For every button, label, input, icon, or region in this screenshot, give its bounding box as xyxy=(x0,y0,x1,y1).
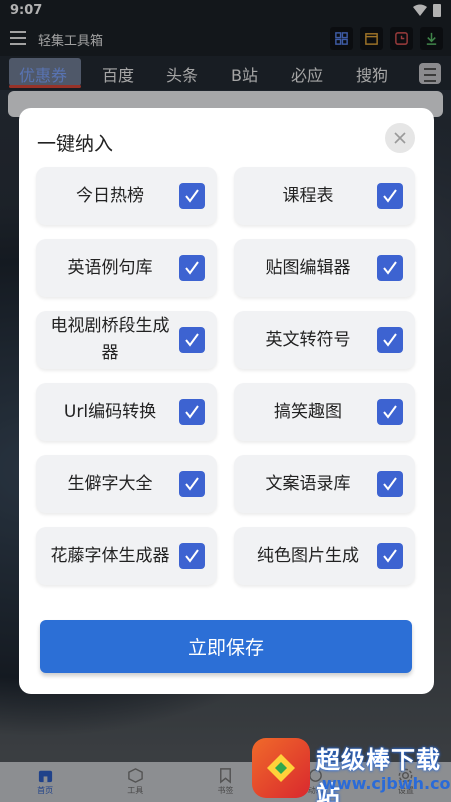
tool-card[interactable]: Url编码转换 xyxy=(36,383,217,441)
dialog-title: 一键纳入 xyxy=(37,133,114,155)
tool-checkbox[interactable] xyxy=(179,471,205,497)
close-button[interactable] xyxy=(385,123,415,153)
save-button[interactable]: 立即保存 xyxy=(40,620,412,673)
tool-card[interactable]: 英文转符号 xyxy=(234,311,415,369)
tool-checkbox[interactable] xyxy=(179,399,205,425)
tool-card-label: 英语例句库 xyxy=(67,257,153,278)
checkmark-icon xyxy=(383,189,397,203)
tool-card[interactable]: 搞笑趣图 xyxy=(234,383,415,441)
watermark-url: www.cjbwh.com xyxy=(322,774,451,793)
tool-card-label: 花藤字体生成器 xyxy=(50,545,170,566)
tool-card[interactable]: 生僻字大全 xyxy=(36,455,217,513)
tool-card-label: 电视剧桥段生成器 xyxy=(50,316,170,363)
tool-card-label: 英文转符号 xyxy=(265,329,351,350)
tool-card[interactable]: 今日热榜 xyxy=(36,167,217,225)
tool-card[interactable]: 花藤字体生成器 xyxy=(36,527,217,585)
checkmark-icon xyxy=(185,549,199,563)
tool-card-label: 课程表 xyxy=(282,185,334,206)
tool-grid: 今日热榜 课程表 英语例句库 贴图编辑器 电视剧桥段生成器 英文转符号 Url编… xyxy=(36,167,418,587)
tool-card[interactable]: 纯色图片生成 xyxy=(234,527,415,585)
tool-checkbox[interactable] xyxy=(377,399,403,425)
site-watermark: 超级棒下载站 www.cjbwh.com xyxy=(252,738,451,802)
quick-add-dialog: 一键纳入 今日热榜 课程表 英语例句库 贴图编辑器 电视剧桥段生成器 英文转符号 xyxy=(19,108,434,694)
tool-checkbox[interactable] xyxy=(377,543,403,569)
checkmark-icon xyxy=(185,477,199,491)
tool-card-label: 搞笑趣图 xyxy=(274,401,342,422)
checkmark-icon xyxy=(383,477,397,491)
tool-card[interactable]: 课程表 xyxy=(234,167,415,225)
tool-checkbox[interactable] xyxy=(377,327,403,353)
tool-card-label: 生僻字大全 xyxy=(67,473,153,494)
close-icon xyxy=(394,132,406,144)
tool-checkbox[interactable] xyxy=(179,543,205,569)
watermark-logo-icon xyxy=(252,738,310,798)
tool-checkbox[interactable] xyxy=(377,183,403,209)
checkmark-icon xyxy=(185,261,199,275)
tool-card[interactable]: 英语例句库 xyxy=(36,239,217,297)
tool-checkbox[interactable] xyxy=(179,327,205,353)
tool-card[interactable]: 文案语录库 xyxy=(234,455,415,513)
checkmark-icon xyxy=(383,333,397,347)
tool-card-label: 纯色图片生成 xyxy=(257,545,359,566)
checkmark-icon xyxy=(185,333,199,347)
checkmark-icon xyxy=(185,189,199,203)
checkmark-icon xyxy=(383,549,397,563)
checkmark-icon xyxy=(383,405,397,419)
tool-card[interactable]: 电视剧桥段生成器 xyxy=(36,311,217,369)
tool-card-label: Url编码转换 xyxy=(63,401,157,422)
checkmark-icon xyxy=(383,261,397,275)
tool-checkbox[interactable] xyxy=(179,183,205,209)
tool-checkbox[interactable] xyxy=(377,255,403,281)
tool-card[interactable]: 贴图编辑器 xyxy=(234,239,415,297)
tool-card-label: 文案语录库 xyxy=(265,473,351,494)
tool-checkbox[interactable] xyxy=(179,255,205,281)
tool-card-label: 贴图编辑器 xyxy=(265,257,351,278)
tool-card-label: 今日热榜 xyxy=(76,185,144,206)
checkmark-icon xyxy=(185,405,199,419)
tool-checkbox[interactable] xyxy=(377,471,403,497)
